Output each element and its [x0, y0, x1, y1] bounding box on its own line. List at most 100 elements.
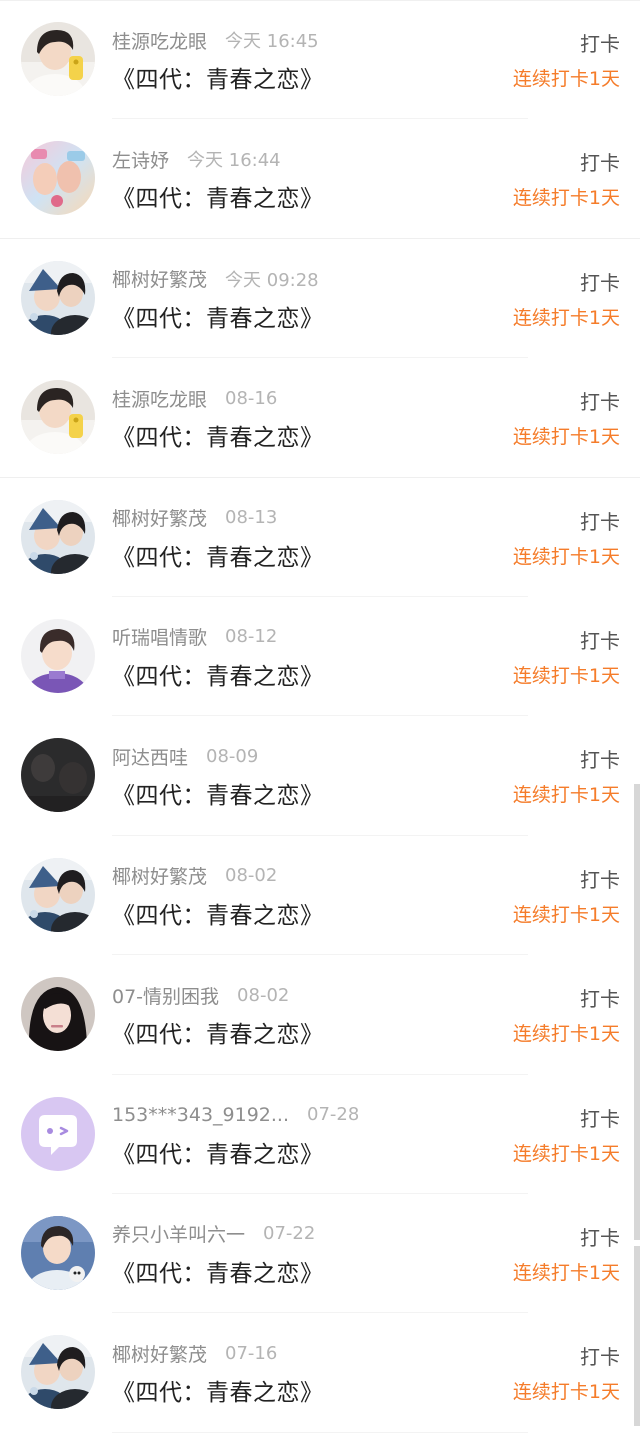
- user-name[interactable]: 桂源吃龙眼: [112, 27, 207, 54]
- post-time: 08-02: [237, 984, 290, 1006]
- list-item[interactable]: 椰树好繁茂 今天 09:28 《四代：青春之恋》 打卡连续打卡1天: [0, 239, 640, 359]
- checkin-label: 打卡: [580, 748, 620, 773]
- scrollbar[interactable]: [634, 784, 640, 1426]
- book-title[interactable]: 《四代：青春之恋》: [112, 1135, 324, 1169]
- post-time: 08-02: [225, 865, 278, 887]
- list-item[interactable]: 椰树好繁茂 08-02 《四代：青春之恋》 打卡连续打卡1天: [0, 836, 640, 956]
- post-time: 08-09: [206, 745, 259, 767]
- user-name[interactable]: 07-情别困我: [112, 982, 219, 1009]
- streak-badge: 连续打卡1天: [512, 545, 620, 568]
- avatar[interactable]: [21, 141, 95, 216]
- checkin-label: 打卡: [580, 390, 620, 415]
- item-meta: 07-情别困我 08-02: [112, 982, 289, 1008]
- streak-badge: 连续打卡1天: [512, 187, 620, 210]
- post-time: 今天 16:44: [187, 150, 281, 172]
- user-name[interactable]: 椰树好繁茂: [112, 1340, 207, 1367]
- post-time: 08-13: [225, 507, 278, 529]
- book-title[interactable]: 《四代：青春之恋》: [112, 179, 324, 213]
- streak-badge: 连续打卡1天: [512, 903, 620, 926]
- avatar[interactable]: [21, 499, 95, 574]
- post-time: 08-16: [225, 387, 278, 409]
- user-name[interactable]: 椰树好繁茂: [112, 504, 207, 531]
- book-title[interactable]: 《四代：青春之恋》: [112, 299, 324, 333]
- book-title[interactable]: 《四代：青春之恋》: [112, 1373, 324, 1407]
- user-name[interactable]: 椰树好繁茂: [112, 862, 207, 889]
- list-item[interactable]: 左诗妤 今天 16:44 《四代：青春之恋》 打卡连续打卡1天: [0, 119, 640, 240]
- checkin-label: 打卡: [580, 867, 620, 892]
- checkin-list: 桂源吃龙眼 今天 16:45 《四代：青春之恋》 打卡 连续打卡1天 左诗妤 今天 16:…: [0, 0, 640, 1433]
- book-title[interactable]: 《四代：青春之恋》: [112, 657, 324, 691]
- post-time: 08-12: [225, 626, 278, 648]
- checkin-label: 打卡: [580, 270, 620, 295]
- avatar[interactable]: [21, 380, 95, 455]
- checkin-label: 打卡: [580, 628, 620, 653]
- avatar[interactable]: [21, 857, 95, 932]
- book-title[interactable]: 《四代：青春之恋》: [112, 1254, 324, 1288]
- item-meta: 桂源吃龙眼 今天 16:45: [112, 27, 319, 53]
- user-name[interactable]: 153***343_9192...: [112, 1104, 289, 1126]
- item-meta: 椰树好繁茂 08-13: [112, 505, 277, 531]
- book-title[interactable]: 《四代：青春之恋》: [112, 1015, 324, 1049]
- item-meta: 养只小羊叫六一 07-22: [112, 1221, 315, 1247]
- streak-badge: 连续打卡1天: [512, 306, 620, 329]
- item-meta: 椰树好繁茂 今天 09:28: [112, 266, 319, 292]
- user-name[interactable]: 听瑞唱情歌: [112, 623, 207, 650]
- checkin-label: 打卡: [580, 987, 620, 1012]
- book-title[interactable]: 《四代：青春之恋》: [112, 896, 324, 930]
- post-time: 今天 16:45: [225, 31, 319, 52]
- list-item[interactable]: 阿达西哇 08-09 《四代：青春之恋》 打卡连续打卡1天: [0, 716, 640, 837]
- user-name[interactable]: 养只小羊叫六一: [112, 1220, 245, 1247]
- post-time: 07-16: [225, 1342, 278, 1364]
- post-time: 07-22: [263, 1223, 316, 1245]
- item-meta: 阿达西哇 08-09: [112, 743, 258, 769]
- item-meta: 桂源吃龙眼 08-16: [112, 385, 277, 411]
- avatar[interactable]: [21, 260, 95, 335]
- scrollbar-thumb[interactable]: [634, 784, 640, 1240]
- checkin-label: 打卡: [580, 151, 620, 176]
- list-item[interactable]: 椰树好繁茂 08-13 《四代：青春之恋》 打卡连续打卡1天: [0, 478, 640, 598]
- streak-badge: 连续打卡1天: [512, 1023, 620, 1046]
- item-meta: 153***343_9192... 07-28: [112, 1102, 359, 1128]
- streak-badge: 连续打卡1天: [512, 68, 620, 90]
- list-item[interactable]: 养只小羊叫六一 07-22 《四代：青春之恋》 打卡连续打卡1天: [0, 1194, 640, 1314]
- streak-badge: 连续打卡1天: [512, 426, 620, 449]
- checkin-label: 打卡: [580, 509, 620, 534]
- item-meta: 听瑞唱情歌 08-12: [112, 624, 277, 650]
- streak-badge: 连续打卡1天: [512, 1381, 620, 1404]
- post-time: 今天 09:28: [225, 269, 319, 291]
- avatar[interactable]: [21, 22, 95, 96]
- avatar[interactable]: [21, 1096, 95, 1171]
- streak-badge: 连续打卡1天: [512, 1261, 620, 1284]
- list-item[interactable]: 桂源吃龙眼 今天 16:45 《四代：青春之恋》 打卡连续打卡1天: [0, 0, 640, 120]
- checkin-label: 打卡: [580, 1106, 620, 1131]
- post-time: 07-28: [307, 1104, 360, 1126]
- scrollbar-thumb-lower[interactable]: [634, 1246, 640, 1426]
- list-item[interactable]: 听瑞唱情歌 08-12 《四代：青春之恋》 打卡连续打卡1天: [0, 597, 640, 717]
- list-item[interactable]: 07-情别困我 08-02 《四代：青春之恋》 打卡连续打卡1天: [0, 955, 640, 1075]
- book-title[interactable]: 《四代：青春之恋》: [112, 60, 324, 94]
- streak-badge: 连续打卡1天: [512, 664, 620, 687]
- book-title[interactable]: 《四代：青春之恋》: [112, 418, 324, 452]
- list-item[interactable]: 桂源吃龙眼 08-16 《四代：青春之恋》 打卡连续打卡1天: [0, 358, 640, 478]
- book-title[interactable]: 《四代：青春之恋》: [112, 776, 324, 810]
- user-name[interactable]: 左诗妤: [112, 146, 169, 173]
- avatar[interactable]: [21, 618, 95, 693]
- avatar[interactable]: [21, 1215, 95, 1290]
- avatar[interactable]: [21, 738, 95, 813]
- streak-badge: 连续打卡1天: [512, 1142, 620, 1165]
- avatar[interactable]: [21, 1335, 95, 1410]
- item-meta: 左诗妤 今天 16:44: [112, 146, 281, 172]
- checkin-label: 打卡: [580, 1345, 620, 1370]
- streak-badge: 连续打卡1天: [512, 784, 620, 807]
- list-item[interactable]: 椰树好繁茂 07-16 《四代：青春之恋》 打卡连续打卡1天: [0, 1313, 640, 1433]
- user-name[interactable]: 椰树好繁茂: [112, 265, 207, 292]
- avatar[interactable]: [21, 977, 95, 1052]
- checkin-label: 打卡: [580, 1225, 620, 1250]
- checkin-label: 打卡: [580, 32, 620, 56]
- user-name[interactable]: 桂源吃龙眼: [112, 385, 207, 412]
- book-title[interactable]: 《四代：青春之恋》: [112, 538, 324, 572]
- item-meta: 椰树好繁茂 08-02: [112, 863, 277, 889]
- user-name[interactable]: 阿达西哇: [112, 743, 188, 770]
- item-meta: 椰树好繁茂 07-16: [112, 1340, 277, 1366]
- list-item[interactable]: 153***343_9192... 07-28 《四代：青春之恋》 打卡连续打卡1天: [0, 1075, 640, 1195]
